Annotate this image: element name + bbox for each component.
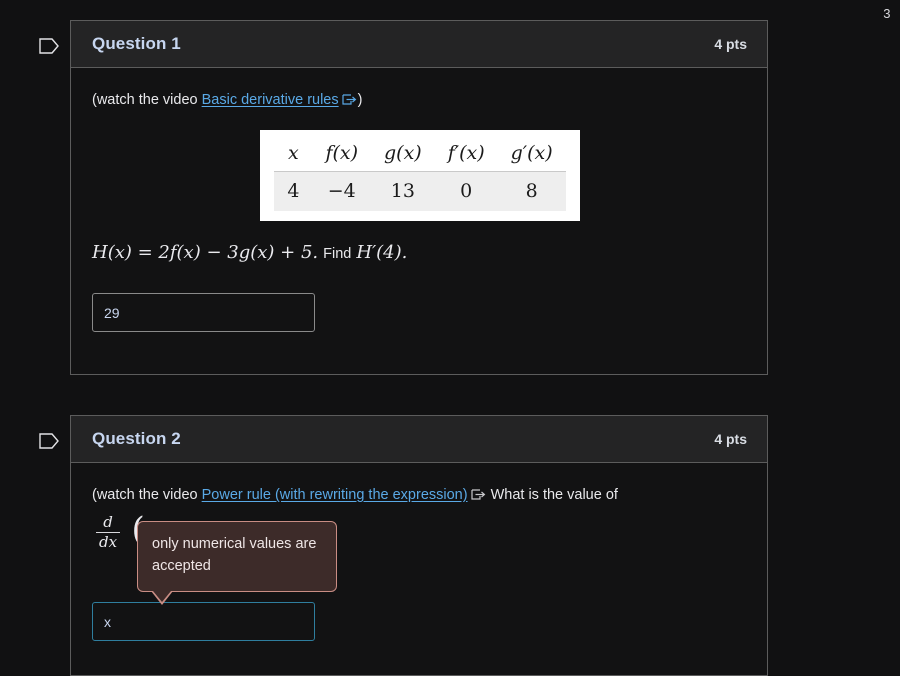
question-body-2: (watch the video Power rule (with rewrit…	[71, 463, 767, 675]
table-header-cell: g′(x)	[497, 138, 566, 173]
question-title: Question 2	[92, 429, 181, 448]
question-card-2: Question 2 4 pts (watch the video Power …	[70, 415, 768, 676]
question-prompt-1: (watch the video Basic derivative rules …	[92, 90, 746, 113]
page-indicator: 3	[883, 6, 891, 21]
formula-line: H(x) = 2f(x) − 3g(x) + 5. Find H′(4).	[92, 242, 746, 263]
prompt-suffix: )	[357, 92, 363, 108]
prompt-prefix: (watch the video	[92, 487, 202, 503]
question-title: Question 1	[92, 34, 181, 53]
table-cell: 13	[390, 180, 415, 203]
table-header-cell: x	[274, 138, 313, 173]
question-header-2: Question 2 4 pts	[71, 416, 767, 463]
flag-outline-icon[interactable]	[38, 431, 60, 451]
question-block-1: Question 1 4 pts (watch the video Basic …	[39, 20, 768, 375]
formula-instruction: Find	[323, 246, 352, 263]
table-header-cell: g(x)	[371, 138, 435, 173]
external-link-icon[interactable]	[342, 92, 357, 113]
fraction-numerator: d	[103, 513, 113, 532]
values-table-container: x f(x) g(x) f′(x) g′(x) 4 −4 13 0 8	[260, 130, 580, 222]
question-body-1: (watch the video Basic derivative rules …	[71, 68, 767, 374]
tooltip-text: only numerical values are accepted	[152, 536, 317, 575]
tooltip-arrow-inner	[153, 590, 171, 602]
answer-input[interactable]	[92, 293, 315, 333]
formula-expression: H(x) = 2f(x) − 3g(x) + 5.	[92, 242, 319, 264]
table-header-cell: f′(x)	[434, 138, 498, 173]
external-link-icon[interactable]	[470, 487, 486, 508]
question-block-2: Question 2 4 pts (watch the video Power …	[39, 415, 768, 676]
table-cell: 0	[460, 180, 473, 203]
video-link[interactable]: Power rule (with rewriting the expressio…	[202, 487, 468, 503]
question-card-1: Question 1 4 pts (watch the video Basic …	[70, 20, 768, 375]
table-row: 4 −4 13 0 8	[274, 171, 566, 212]
flag-outline-icon[interactable]	[38, 36, 60, 56]
prompt-suffix: What is the value of	[486, 487, 618, 503]
derivative-fraction: d dx	[96, 513, 121, 551]
answer-input[interactable]	[92, 602, 315, 642]
derivative-expression-row: d dx ( only numerical values are accepte…	[92, 513, 746, 605]
question-header-1: Question 1 4 pts	[71, 21, 767, 68]
table-cell: −4	[327, 180, 356, 203]
formula-target: H′(4).	[356, 242, 408, 264]
video-link[interactable]: Basic derivative rules	[202, 92, 339, 108]
table-header-cell: f(x)	[312, 138, 372, 173]
fraction-denominator: dx	[96, 531, 121, 551]
question-points: 4 pts	[714, 431, 747, 447]
question-prompt-2: (watch the video Power rule (with rewrit…	[92, 485, 746, 508]
table-cell: 8	[525, 180, 538, 203]
validation-tooltip: only numerical values are accepted	[137, 521, 337, 605]
question-points: 4 pts	[714, 36, 747, 52]
values-table: x f(x) g(x) f′(x) g′(x) 4 −4 13 0 8	[274, 138, 566, 212]
table-cell: 4	[287, 180, 300, 203]
table-header-row: x f(x) g(x) f′(x) g′(x)	[274, 138, 566, 173]
prompt-prefix: (watch the video	[92, 92, 202, 108]
